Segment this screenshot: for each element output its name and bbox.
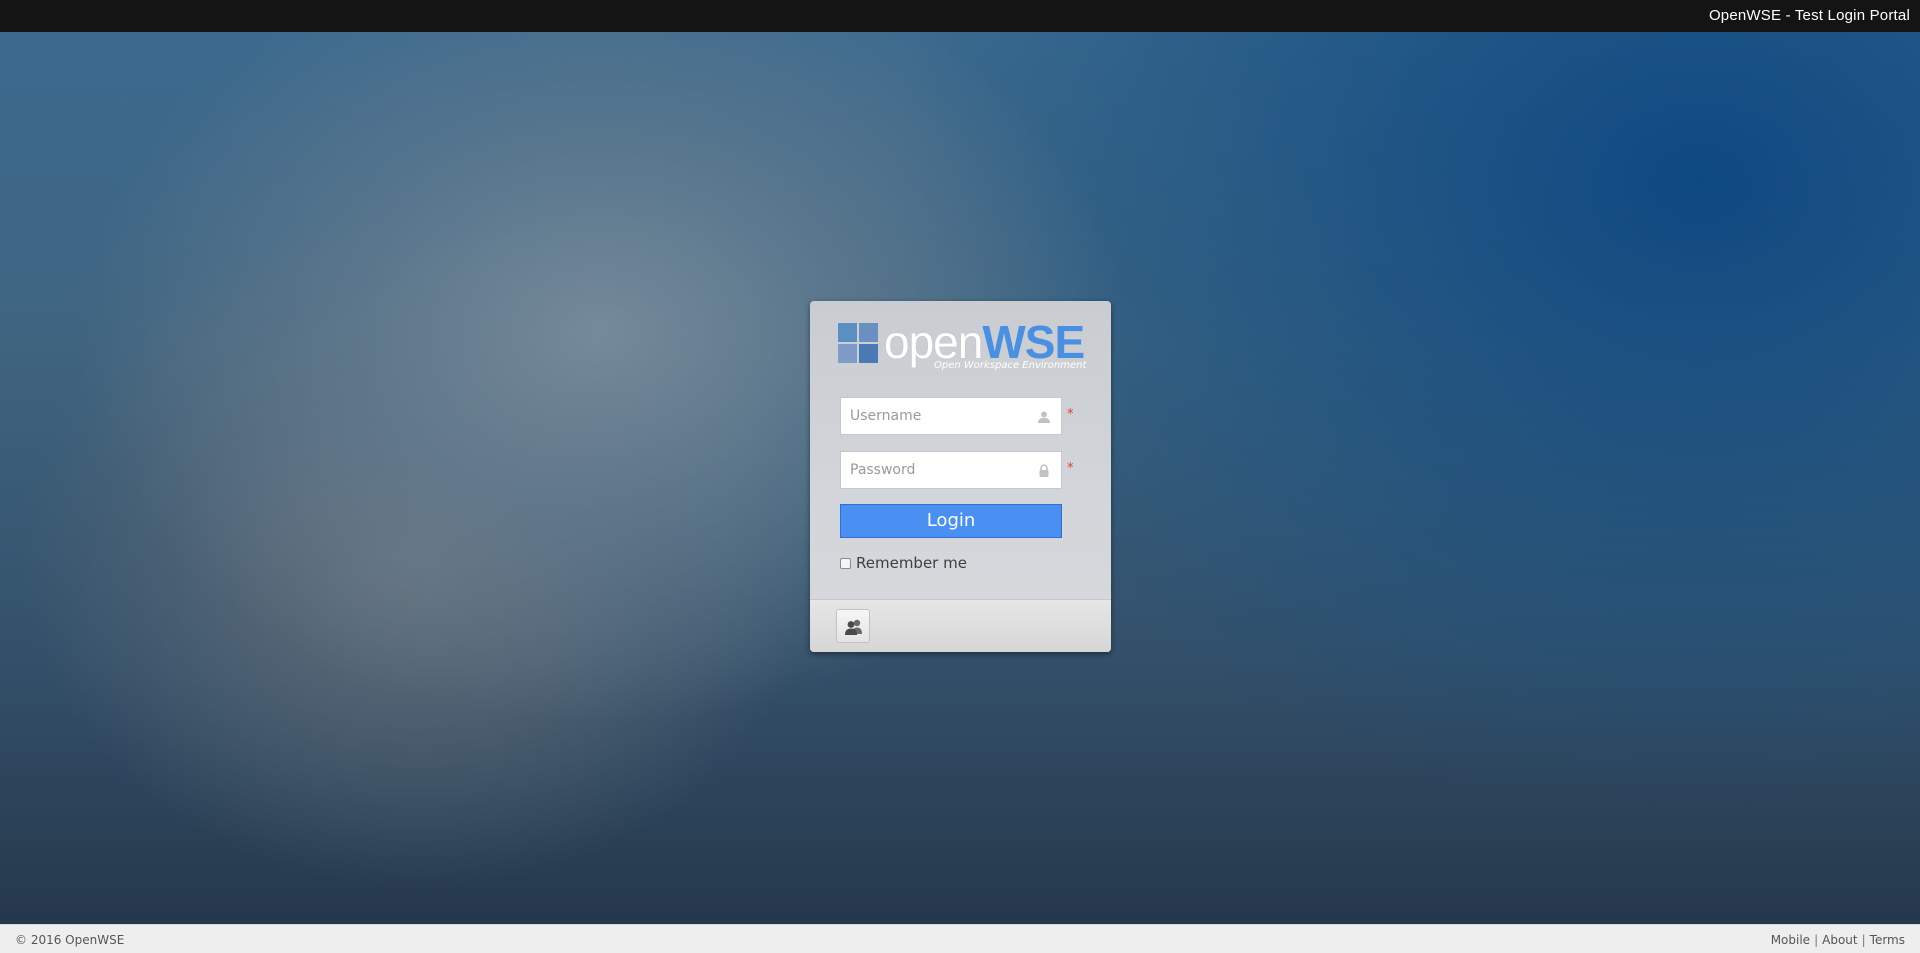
openwse-logo: openWSE Open Workspace Environment [838, 317, 1088, 373]
logo-squares-icon [838, 323, 878, 363]
username-required-mark: * [1067, 407, 1074, 422]
top-bar: OpenWSE - Test Login Portal [0, 0, 1920, 32]
remember-me[interactable]: Remember me [840, 554, 967, 572]
footer-link-about[interactable]: About [1822, 933, 1857, 947]
card-footer [810, 599, 1111, 652]
portal-title: OpenWSE - Test Login Portal [1708, 7, 1910, 24]
password-field[interactable] [840, 451, 1062, 489]
footer-link-mobile[interactable]: Mobile [1771, 933, 1810, 947]
username-field[interactable] [840, 397, 1062, 435]
footer-bar: © 2016 OpenWSE Mobile | About | Terms [0, 924, 1920, 953]
login-button[interactable]: Login [840, 504, 1062, 538]
user-icon [1038, 411, 1050, 423]
user-switch-button[interactable] [836, 609, 870, 643]
user-group-icon [845, 619, 862, 635]
copyright-text: © 2016 OpenWSE [15, 933, 125, 947]
remember-me-checkbox[interactable] [840, 557, 851, 569]
footer-link-terms[interactable]: Terms [1870, 933, 1905, 947]
footer-links: Mobile | About | Terms [1770, 933, 1905, 947]
username-input[interactable] [841, 398, 1061, 434]
login-card: openWSE Open Workspace Environment * * L… [810, 301, 1111, 652]
password-required-mark: * [1067, 461, 1074, 476]
logo-tagline: Open Workspace Environment [934, 360, 1087, 371]
remember-me-label: Remember me [856, 554, 967, 572]
lock-icon [1039, 464, 1049, 477]
password-input[interactable] [841, 452, 1061, 488]
